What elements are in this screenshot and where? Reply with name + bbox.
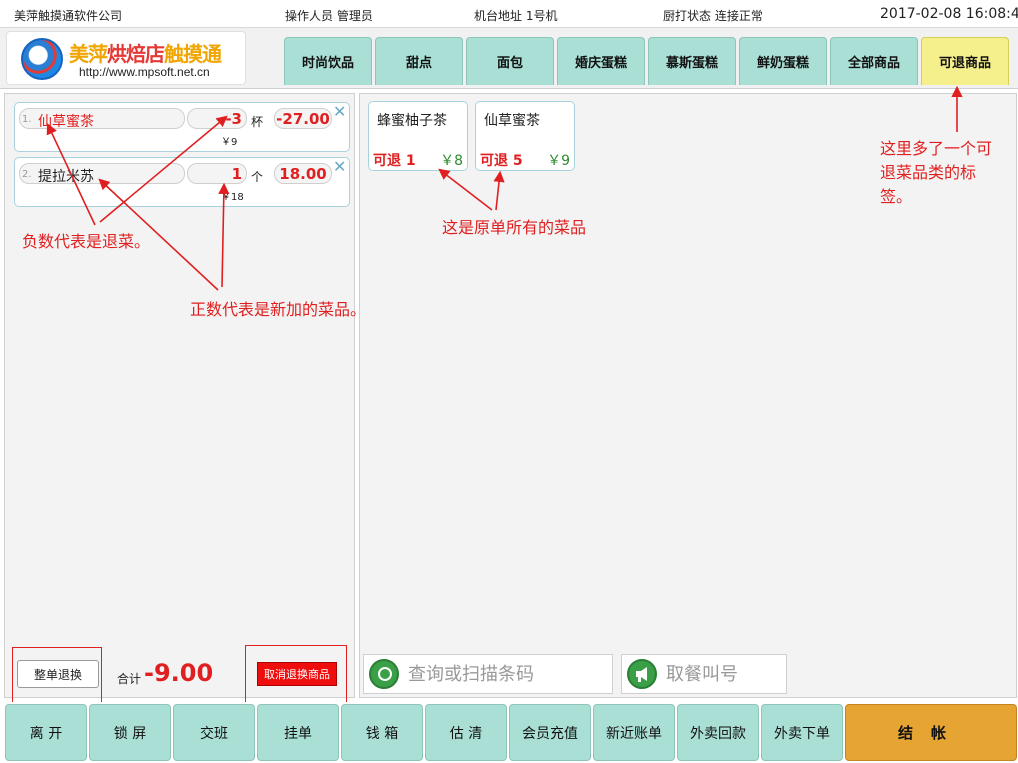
- logo-name-part1: 美萍: [69, 42, 108, 66]
- cancel-return-button[interactable]: 取消退换商品: [257, 662, 337, 686]
- total-label: 合计: [117, 672, 142, 686]
- item-price: ￥18: [221, 192, 244, 203]
- tab-returnable-products[interactable]: 可退商品: [921, 37, 1009, 85]
- close-icon[interactable]: ✕: [333, 102, 346, 121]
- product-panel: 蜂蜜柚子茶 可退 1 ￥8 仙草蜜茶 可退 5 ￥9: [359, 93, 1017, 698]
- leave-button[interactable]: 离 开: [5, 704, 87, 761]
- operator-status: 操作人员 管理员: [285, 9, 373, 23]
- kitchen-print-status: 厨打状态 连接正常: [663, 9, 763, 23]
- item-name: 仙草蜜茶: [38, 114, 94, 130]
- row-index: 2.: [22, 169, 32, 180]
- hold-order-button[interactable]: 挂单: [257, 704, 339, 761]
- bottom-toolbar: 离 开 锁 屏 交班 挂单 钱 箱 估 清 会员充值 新近账单 外卖回款 外卖下…: [0, 702, 1018, 763]
- item-amount: 18.00: [279, 165, 327, 183]
- annotation-negative: 负数代表是退菜。: [22, 232, 151, 251]
- megaphone-icon[interactable]: [627, 659, 657, 689]
- annotation-positive: 正数代表是新加的菜品。: [190, 300, 367, 319]
- tab-desserts[interactable]: 甜点: [375, 37, 463, 85]
- total-value: -9.00: [144, 659, 214, 687]
- logo-name-part2: 烘焙店: [107, 42, 165, 66]
- item-amount: -27.00: [276, 110, 330, 128]
- tab-fashion-drinks[interactable]: 时尚饮品: [284, 37, 372, 85]
- product-card[interactable]: 仙草蜜茶 可退 5 ￥9: [475, 101, 575, 171]
- company-name: 美萍触摸通软件公司: [14, 9, 123, 23]
- logo: 美萍烘焙店触摸通 http://www.mpsoft.net.cn: [6, 31, 246, 85]
- shift-handover-button[interactable]: 交班: [173, 704, 255, 761]
- tab-mousse-cakes[interactable]: 慕斯蛋糕: [648, 37, 736, 85]
- item-name: 提拉米苏: [38, 169, 94, 185]
- annotation-tab-line2: 退菜品类的标: [880, 163, 977, 182]
- cash-drawer-button[interactable]: 钱 箱: [341, 704, 423, 761]
- call-number-box[interactable]: [621, 654, 787, 694]
- status-bar: 美萍触摸通软件公司 操作人员 管理员 机台地址 1号机 厨打状态 连接正常 20…: [0, 0, 1018, 28]
- close-icon[interactable]: ✕: [333, 157, 346, 176]
- logo-title: 美萍烘焙店触摸通: [69, 38, 222, 67]
- annotation-tab-line3: 签。: [880, 187, 913, 206]
- search-box[interactable]: [363, 654, 613, 694]
- tab-wedding-cakes[interactable]: 婚庆蛋糕: [557, 37, 645, 85]
- lock-screen-button[interactable]: 锁 屏: [89, 704, 171, 761]
- checkout-button[interactable]: 结帐: [845, 704, 1017, 761]
- terminal-address: 机台地址 1号机: [474, 9, 558, 23]
- row-index: 1.: [22, 114, 32, 125]
- order-row[interactable]: 1. 仙草蜜茶 -3 杯 ￥9 -27.00 ✕: [14, 102, 350, 152]
- item-unit: 杯: [251, 115, 264, 129]
- header: 美萍烘焙店触摸通 http://www.mpsoft.net.cn 时尚饮品 甜…: [0, 28, 1018, 89]
- delivery-order-button[interactable]: 外卖下单: [761, 704, 843, 761]
- logo-mark-icon: [21, 38, 63, 80]
- search-input[interactable]: [408, 661, 598, 687]
- returnable-count: 可退 5: [480, 153, 523, 169]
- datetime: 2017-02-08 16:08:46: [880, 6, 1018, 22]
- delivery-payment-button[interactable]: 外卖回款: [677, 704, 759, 761]
- item-unit: 个: [251, 170, 264, 184]
- return-whole-order-button[interactable]: 整单退换: [17, 660, 99, 688]
- order-row[interactable]: 2. 提拉米苏 1 个 ￥18 18.00 ✕: [14, 157, 350, 207]
- item-quantity[interactable]: -3: [187, 110, 242, 128]
- annotation-original-items: 这是原单所有的菜品: [442, 218, 587, 237]
- item-price: ￥9: [221, 137, 238, 148]
- recent-bills-button[interactable]: 新近账单: [593, 704, 675, 761]
- item-quantity[interactable]: 1: [187, 165, 242, 183]
- product-price: ￥8: [440, 153, 463, 169]
- order-panel: 1. 仙草蜜茶 -3 杯 ￥9 -27.00 ✕ 2. 提拉米苏 1 个 ￥18…: [4, 93, 355, 707]
- product-price: ￥9: [547, 153, 570, 169]
- member-recharge-button[interactable]: 会员充值: [509, 704, 591, 761]
- logo-name-part3: 触摸通: [164, 42, 222, 66]
- call-number-input[interactable]: [666, 661, 781, 687]
- product-name: 仙草蜜茶: [484, 113, 540, 129]
- product-card[interactable]: 蜂蜜柚子茶 可退 1 ￥8: [368, 101, 468, 171]
- returnable-count: 可退 1: [373, 153, 416, 169]
- sold-out-button[interactable]: 估 清: [425, 704, 507, 761]
- search-icon[interactable]: [369, 659, 399, 689]
- logo-url: http://www.mpsoft.net.cn: [79, 65, 210, 79]
- product-name: 蜂蜜柚子茶: [377, 113, 447, 129]
- tab-cream-cakes[interactable]: 鲜奶蛋糕: [739, 37, 827, 85]
- tab-all-products[interactable]: 全部商品: [830, 37, 918, 85]
- annotation-tab-line1: 这里多了一个可: [880, 139, 993, 158]
- tab-bread[interactable]: 面包: [466, 37, 554, 85]
